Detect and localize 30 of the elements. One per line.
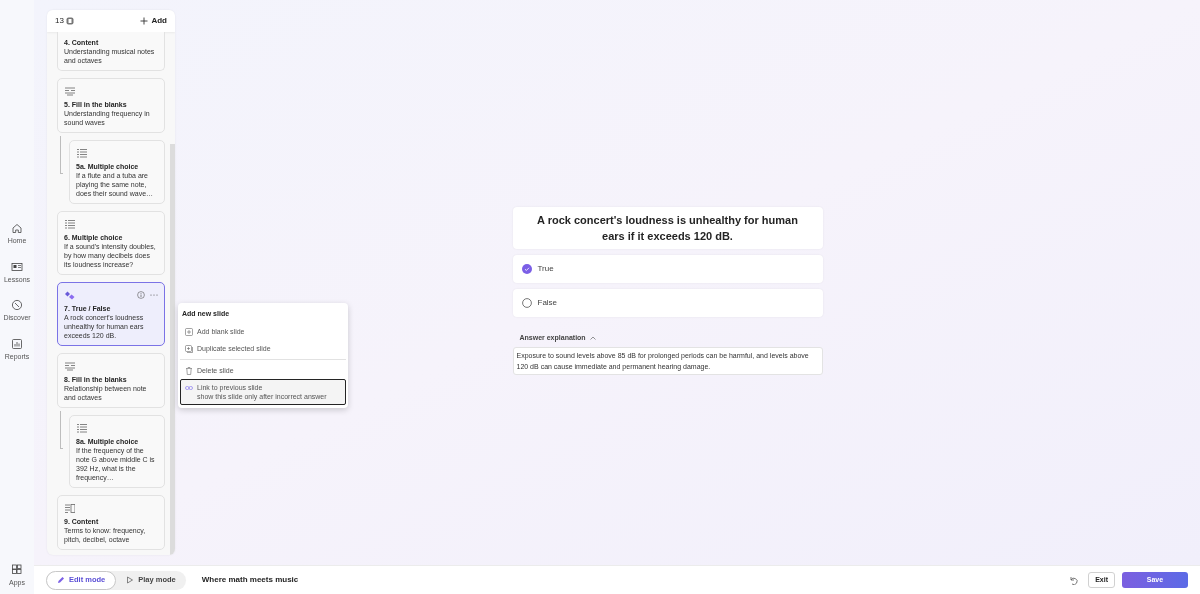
shapes-icon <box>64 289 75 301</box>
list-icon <box>64 218 75 230</box>
slide-count: 13 <box>55 15 64 27</box>
answer-option[interactable]: True <box>512 255 823 283</box>
info-icon[interactable] <box>137 291 145 299</box>
play-icon <box>126 576 135 584</box>
slides-icon <box>65 17 74 25</box>
chart-icon <box>11 337 23 350</box>
link-icon <box>185 383 193 392</box>
add-slide-icon <box>185 327 193 336</box>
duplicate-icon <box>185 344 193 353</box>
fill-blanks-icon <box>64 85 75 97</box>
content-icon <box>64 502 75 514</box>
answer-option[interactable]: False <box>512 289 823 317</box>
pencil-icon <box>57 576 65 584</box>
home-icon <box>11 222 23 234</box>
chevron-icon[interactable] <box>589 336 596 341</box>
undo-icon[interactable] <box>1069 575 1079 585</box>
fill-blanks-icon <box>64 360 75 372</box>
trash-icon <box>185 366 193 375</box>
add-button[interactable]: Add <box>140 15 167 27</box>
question-text: A rock concert's loudness is unhealthy for human ears if it exceeds 120 dB. <box>512 207 823 249</box>
lesson-title: Where math meets music <box>201 574 299 586</box>
list-icon <box>76 422 87 434</box>
apps-icon <box>11 563 23 576</box>
scrollbar[interactable] <box>170 144 175 555</box>
board-icon <box>11 260 23 273</box>
plus-icon <box>140 17 149 25</box>
compass-icon <box>11 299 23 311</box>
list-icon <box>76 147 87 159</box>
